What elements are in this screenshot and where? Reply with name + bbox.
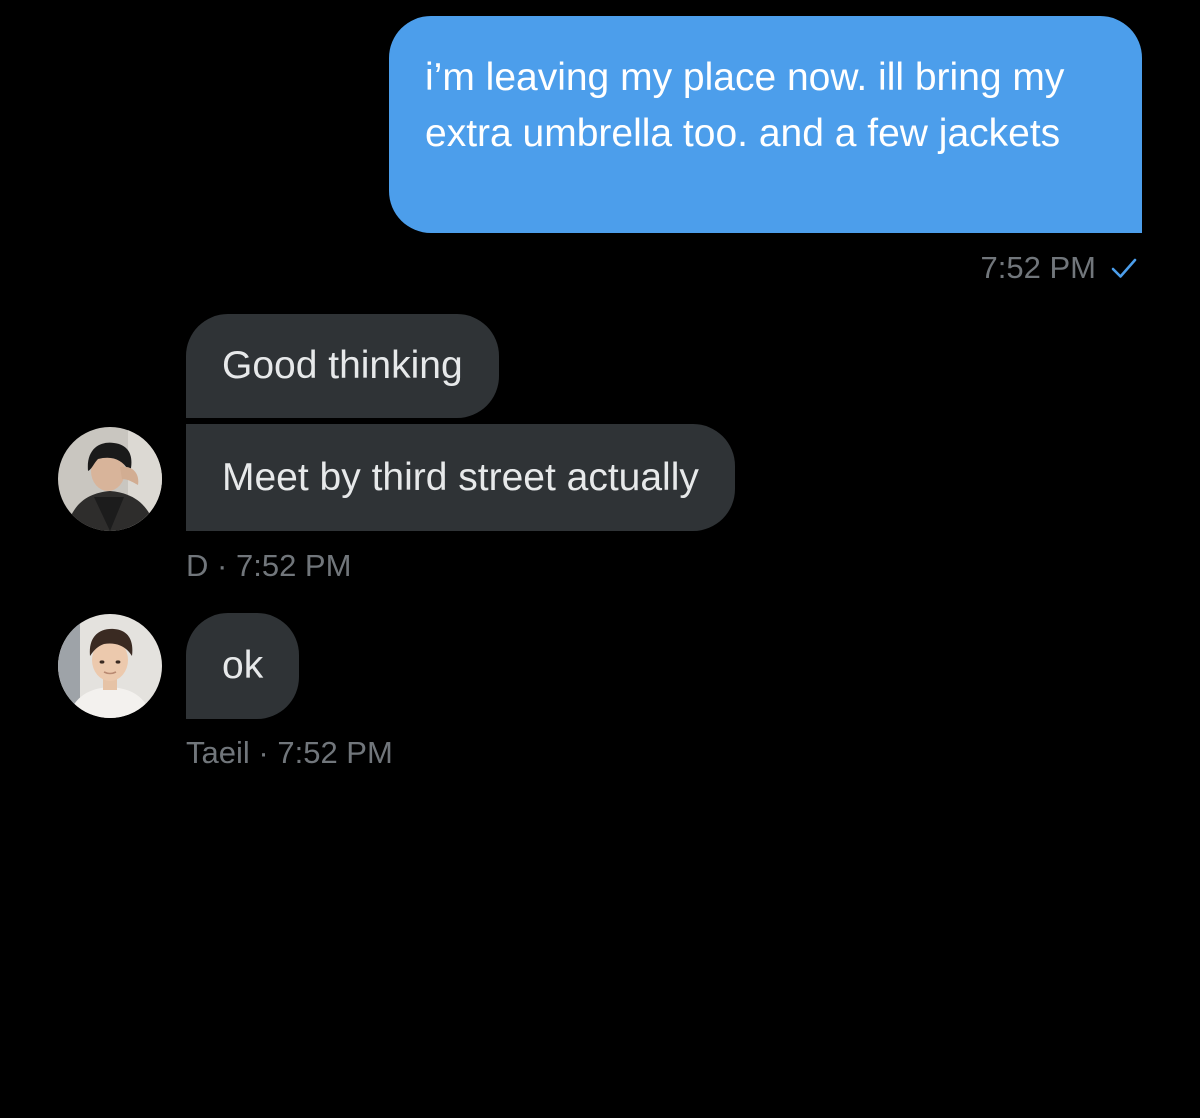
message-text: Good thinking bbox=[222, 344, 463, 387]
avatar[interactable] bbox=[58, 614, 162, 718]
checkmark-icon bbox=[1110, 254, 1138, 282]
incoming-message-meta: Taeil · 7:52 PM bbox=[186, 733, 393, 773]
message-thread: i’m leaving my place now. ill bring my e… bbox=[0, 0, 1200, 1118]
incoming-message-bubble[interactable]: ok bbox=[186, 613, 300, 719]
incoming-message-bubble[interactable]: Good thinking bbox=[186, 314, 499, 418]
message-text: ok bbox=[222, 644, 264, 687]
incoming-message-bubble[interactable]: Meet by third street actually bbox=[186, 424, 735, 531]
avatar[interactable] bbox=[58, 427, 162, 531]
message-text: Meet by third street actually bbox=[222, 455, 699, 499]
message-time: 7:52 PM bbox=[277, 735, 393, 770]
outgoing-message-meta: 7:52 PM bbox=[981, 246, 1138, 290]
outgoing-message-time: 7:52 PM bbox=[980, 250, 1096, 285]
incoming-message-meta: D · 7:52 PM bbox=[186, 546, 351, 586]
message-time: 7:52 PM bbox=[235, 548, 352, 583]
meta-separator: · bbox=[217, 548, 228, 583]
meta-separator: · bbox=[258, 735, 269, 770]
outgoing-message-bubble[interactable]: i’m leaving my place now. ill bring my e… bbox=[389, 16, 1142, 233]
sender-name: Taeil bbox=[186, 735, 250, 770]
sender-name: D bbox=[186, 548, 209, 583]
